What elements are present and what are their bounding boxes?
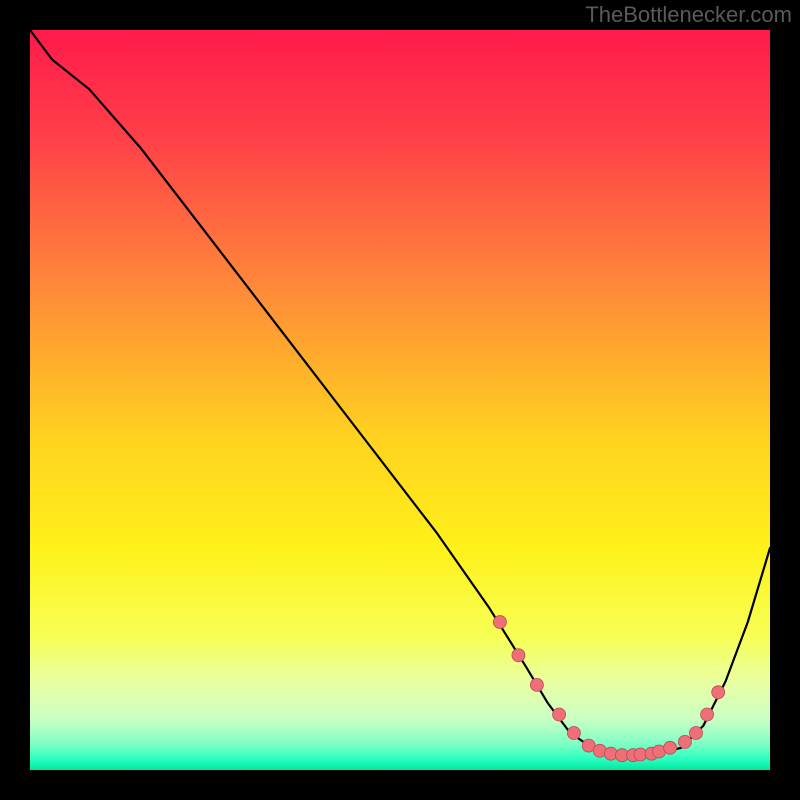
bottleneck-chart (30, 30, 770, 770)
curve-marker (567, 727, 580, 740)
gradient-background (30, 30, 770, 770)
watermark-text: TheBottlenecker.com (585, 2, 792, 28)
curve-marker (678, 735, 691, 748)
curve-marker (712, 686, 725, 699)
curve-marker (493, 616, 506, 629)
chart-frame: { "watermark": "TheBottlenecker.com", "c… (0, 0, 800, 800)
curve-marker (530, 678, 543, 691)
curve-marker (701, 708, 714, 721)
curve-marker (553, 708, 566, 721)
curve-marker (664, 741, 677, 754)
curve-marker (512, 649, 525, 662)
curve-marker (690, 727, 703, 740)
